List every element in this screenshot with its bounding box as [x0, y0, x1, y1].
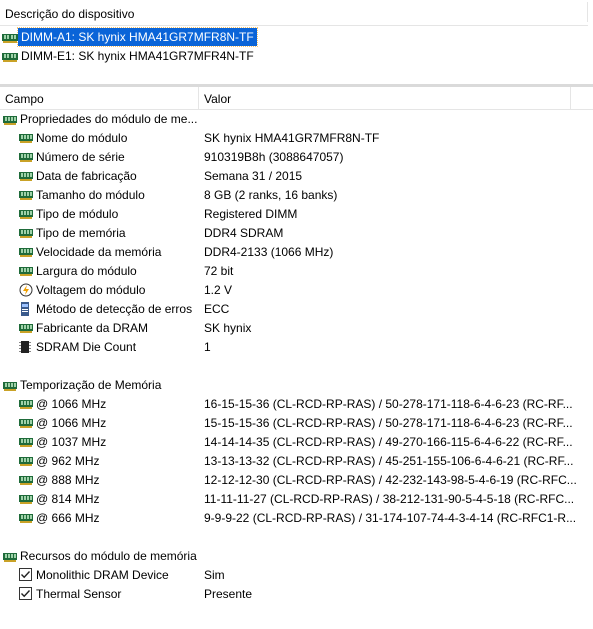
device-description-header[interactable]: Descrição do dispositivo — [0, 0, 588, 26]
field-value: SK hynix HMA41GR7MFR8N-TF — [204, 131, 380, 145]
field-value: 16-15-15-36 (CL-RCD-RP-RAS) / 50-278-171… — [204, 397, 573, 411]
field-name: Método de detecção de erros — [36, 302, 193, 316]
column-divider[interactable] — [198, 87, 199, 109]
field-value: Semana 31 / 2015 — [204, 169, 303, 183]
field-value: 14-14-14-35 (CL-RCD-RP-RAS) / 49-270-166… — [204, 435, 573, 449]
property-row-nome-do-modulo[interactable]: Nome do módulo SK hynix HMA41GR7MFR8N-TF — [0, 129, 593, 148]
property-row-data-de-fabricacao[interactable]: Data de fabricação Semana 31 / 2015 — [0, 167, 593, 186]
checkbox-icon — [19, 587, 32, 606]
field-value: DDR4-2133 (1066 MHz) — [204, 245, 334, 259]
column-divider[interactable] — [570, 87, 571, 109]
header-divider[interactable] — [587, 2, 588, 22]
field-name: SDRAM Die Count — [36, 340, 137, 354]
field-value: DDR4 SDRAM — [204, 226, 284, 240]
property-row-metodo-de-deteccao-de-erros[interactable]: Método de detecção de erros ECC — [0, 300, 593, 319]
group-memory-timing[interactable]: Temporização de Memória — [0, 376, 593, 395]
field-name: Monolithic DRAM Device — [36, 568, 169, 582]
grid-header: Campo Valor — [0, 87, 593, 110]
field-value: 15-15-15-36 (CL-RCD-RP-RAS) / 50-278-171… — [204, 416, 573, 430]
field-value: 910319B8h (3088647057) — [204, 150, 344, 164]
timing-row[interactable]: @ 1037 MHz 14-14-14-35 (CL-RCD-RP-RAS) / … — [0, 433, 593, 452]
field-name: @ 962 MHz — [36, 454, 100, 468]
field-name: @ 1066 MHz — [36, 416, 107, 430]
field-name: Thermal Sensor — [36, 587, 122, 601]
field-value: 1.2 V — [204, 283, 233, 297]
field-name: Tipo de memória — [36, 226, 126, 240]
field-value: 72 bit — [204, 264, 234, 278]
group-label: Recursos do módulo de memória — [20, 549, 197, 563]
field-name: @ 814 MHz — [36, 492, 100, 506]
device-description-header-label: Descrição do dispositivo — [5, 7, 135, 21]
field-value: Registered DIMM — [204, 207, 298, 221]
field-name: Fabricante da DRAM — [36, 321, 149, 335]
field-value: 1 — [204, 340, 211, 354]
ram-icon — [19, 511, 33, 530]
device-item-dimm-e1[interactable]: DIMM-E1: SK hynix HMA41GR7MFR4N-TF — [2, 47, 257, 65]
field-name: Velocidade da memória — [36, 245, 162, 259]
feature-row-thermal-sensor[interactable]: Thermal Sensor Presente — [0, 585, 593, 604]
ram-icon — [2, 52, 18, 62]
ram-icon — [2, 33, 18, 43]
field-value: 12-12-12-30 (CL-RCD-RP-RAS) / 42-232-143… — [204, 473, 577, 487]
property-row-tipo-de-modulo[interactable]: Tipo de módulo Registered DIMM — [0, 205, 593, 224]
field-name: Data de fabricação — [36, 169, 137, 183]
feature-row-monolithic-dram-device[interactable]: Monolithic DRAM Device Sim — [0, 566, 593, 585]
field-value: Presente — [204, 587, 253, 601]
device-item-label: DIMM-A1: SK hynix HMA41GR7MFR8N-TF — [17, 27, 258, 47]
timing-row[interactable]: @ 1066 MHz 15-15-15-36 (CL-RCD-RP-RAS) / … — [0, 414, 593, 433]
field-name: @ 1066 MHz — [36, 397, 107, 411]
group-module-properties[interactable]: Propriedades do módulo de me... — [0, 110, 593, 129]
property-row-sdram-die-count[interactable]: SDRAM Die Count 1 — [0, 338, 593, 357]
property-row-largura-do-modulo[interactable]: Largura do módulo 72 bit — [0, 262, 593, 281]
field-name: Tipo de módulo — [36, 207, 119, 221]
device-item-dimm-a1[interactable]: DIMM-A1: SK hynix HMA41GR7MFR8N-TF — [2, 27, 258, 47]
field-value: 11-11-11-27 (CL-RCD-RP-RAS) / 38-212-131… — [204, 492, 575, 506]
column-header-value[interactable]: Valor — [204, 92, 231, 106]
field-value: 13-13-13-32 (CL-RCD-RP-RAS) / 45-251-155… — [204, 454, 574, 468]
field-value: Sim — [204, 568, 225, 582]
property-row-tipo-de-memoria[interactable]: Tipo de memória DDR4 SDRAM — [0, 224, 593, 243]
chip-icon — [19, 340, 31, 360]
property-row-numero-de-serie[interactable]: Número de série 910319B8h (3088647057) — [0, 148, 593, 167]
group-label: Temporização de Memória — [20, 378, 162, 392]
timing-row[interactable]: @ 888 MHz 12-12-12-30 (CL-RCD-RP-RAS) / 4… — [0, 471, 593, 490]
device-item-label: DIMM-E1: SK hynix HMA41GR7MFR4N-TF — [21, 49, 254, 63]
column-header-field[interactable]: Campo — [5, 92, 44, 106]
group-module-features[interactable]: Recursos do módulo de memória — [0, 547, 593, 566]
property-row-tamanho-do-modulo[interactable]: Tamanho do módulo 8 GB (2 ranks, 16 banks… — [0, 186, 593, 205]
field-name: @ 666 MHz — [36, 511, 100, 525]
field-value: SK hynix — [204, 321, 252, 335]
device-list: DIMM-A1: SK hynix HMA41GR7MFR8N-TF DIMM-… — [0, 26, 593, 84]
timing-row[interactable]: @ 1066 MHz 16-15-15-36 (CL-RCD-RP-RAS) / … — [0, 395, 593, 414]
timing-row[interactable]: @ 962 MHz 13-13-13-32 (CL-RCD-RP-RAS) / 4… — [0, 452, 593, 471]
property-row-voltagem-do-modulo[interactable]: Voltagem do módulo 1.2 V — [0, 281, 593, 300]
field-name: Tamanho do módulo — [36, 188, 145, 202]
property-row-velocidade-da-memoria[interactable]: Velocidade da memória DDR4-2133 (1066 MHz… — [0, 243, 593, 262]
property-row-fabricante-da-dram[interactable]: Fabricante da DRAM SK hynix — [0, 319, 593, 338]
field-name: @ 1037 MHz — [36, 435, 107, 449]
field-value: 8 GB (2 ranks, 16 banks) — [204, 188, 338, 202]
field-name: Número de série — [36, 150, 125, 164]
field-value: 9-9-9-22 (CL-RCD-RP-RAS) / 31-174-107-74… — [204, 511, 577, 525]
field-name: @ 888 MHz — [36, 473, 100, 487]
field-name: Largura do módulo — [36, 264, 137, 278]
timing-row[interactable]: @ 814 MHz 11-11-11-27 (CL-RCD-RP-RAS) / 3… — [0, 490, 593, 509]
field-name: Voltagem do módulo — [36, 283, 146, 297]
field-value: ECC — [204, 302, 230, 316]
group-label: Propriedades do módulo de me... — [20, 112, 198, 126]
field-name: Nome do módulo — [36, 131, 128, 145]
timing-row[interactable]: @ 666 MHz 9-9-9-22 (CL-RCD-RP-RAS) / 31-1… — [0, 509, 593, 528]
